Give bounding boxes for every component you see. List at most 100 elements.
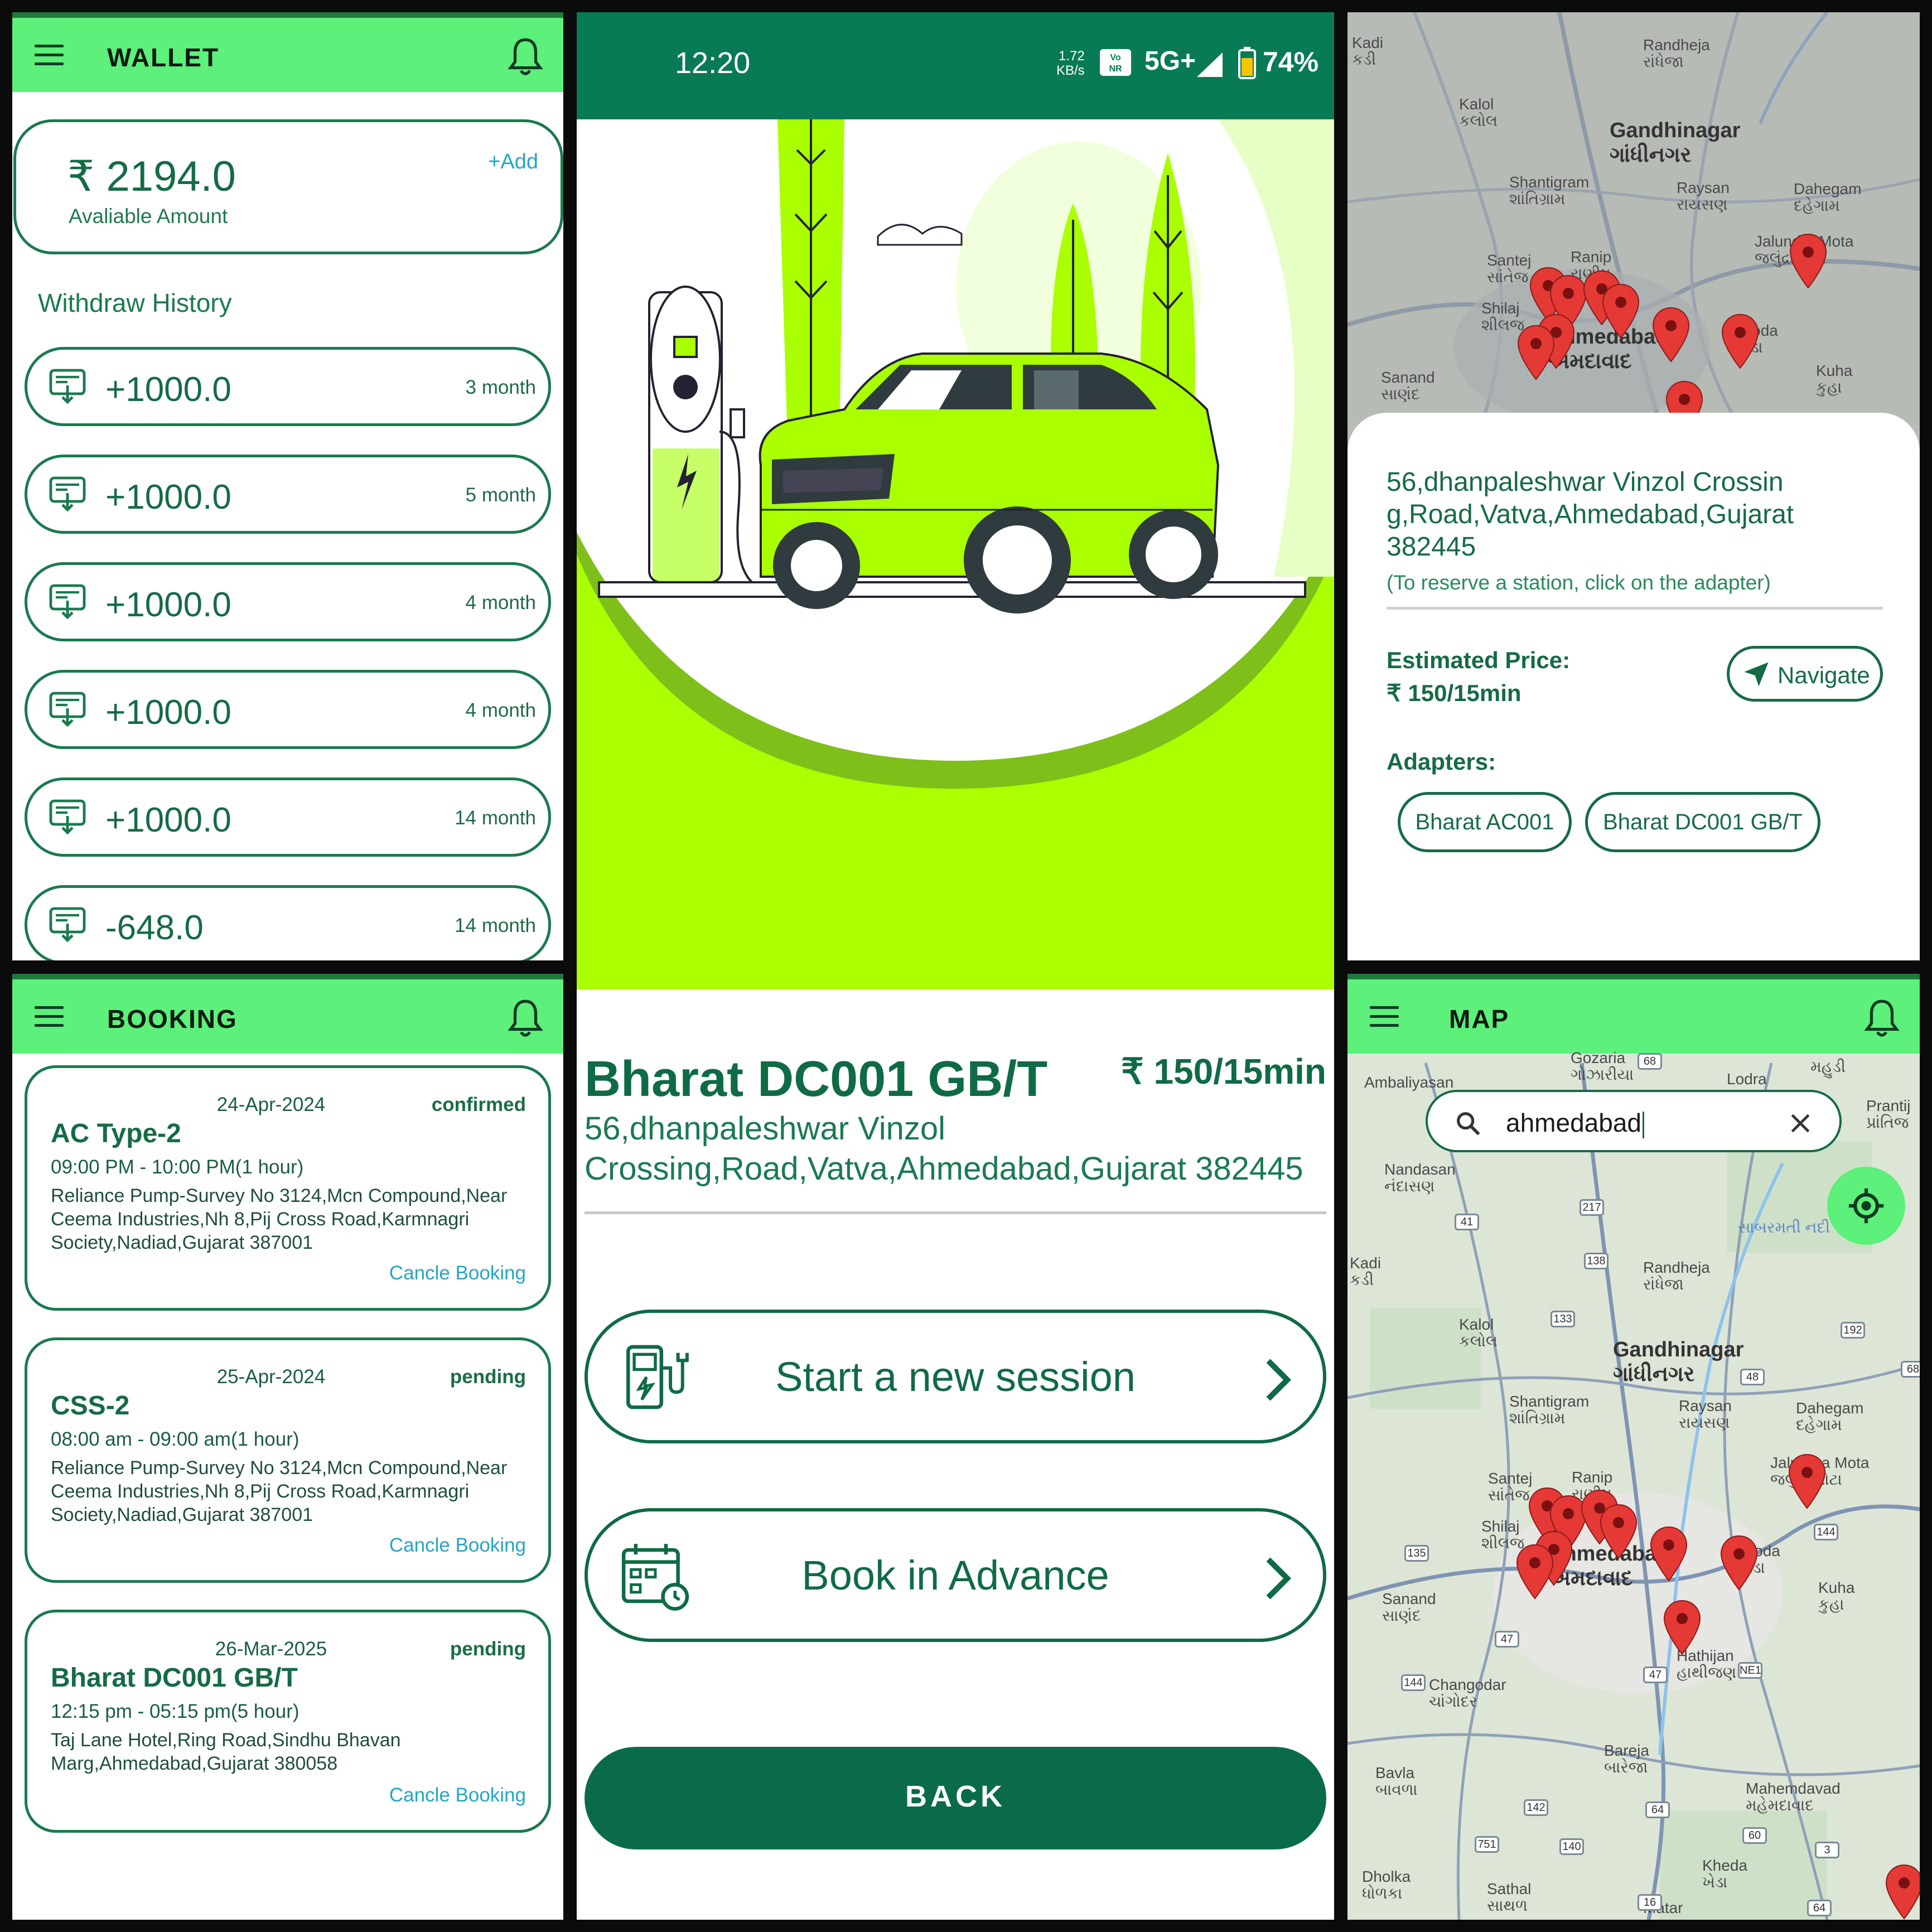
road-shield: 60: [1742, 1827, 1767, 1844]
road-shield: 68: [1901, 1361, 1920, 1378]
chevron-right-icon: [1266, 1557, 1292, 1600]
station-address: 56,dhanpaleshwar Vinzol Crossing,Road,Va…: [585, 1110, 1303, 1187]
station-pin[interactable]: [1515, 1544, 1555, 1600]
bell-icon[interactable]: [508, 998, 543, 1040]
transaction-age: 5 month: [465, 484, 536, 506]
station-pin[interactable]: [1662, 1600, 1702, 1655]
bell-icon[interactable]: [1864, 998, 1900, 1040]
map-place-label: મહુડી: [1810, 1058, 1846, 1075]
my-location-button[interactable]: [1827, 1167, 1905, 1245]
volte-icon: Vo NR: [1100, 49, 1131, 76]
receipt-download-icon: [49, 907, 86, 943]
station-pin[interactable]: [1651, 307, 1691, 363]
map-place-label: Prantij પ્રાંતિજ: [1866, 1097, 1911, 1131]
map-place-label: Bavla બાવળા: [1375, 1764, 1418, 1798]
transaction-row[interactable]: +1000.0 14 month: [25, 777, 551, 857]
road-shield: 144: [1814, 1524, 1838, 1540]
map-place-label: Randheja રાંધેજા: [1643, 36, 1710, 70]
station-pin[interactable]: [1720, 313, 1760, 369]
station-pin[interactable]: [1884, 1864, 1920, 1920]
map-place-label: Shantigram શાંતિગ્રામ: [1509, 173, 1590, 207]
withdraw-history-title: Withdraw History: [38, 288, 232, 317]
station-price: ₹ 150/15min: [1120, 1051, 1326, 1091]
balance-card: ₹ 2194.0 Avaliable Amount +Add: [13, 119, 563, 254]
wallet-app-bar: WALLET: [12, 12, 563, 92]
add-money-link[interactable]: +Add: [488, 150, 538, 174]
road-shield: 41: [1455, 1214, 1479, 1230]
map-place-label: Kuha કુહા: [1816, 362, 1853, 396]
transaction-row[interactable]: +1000.0 4 month: [25, 670, 551, 749]
road-shield: 68: [1638, 1053, 1662, 1070]
cancel-booking-link[interactable]: Cancle Booking: [389, 1534, 526, 1557]
station-pin[interactable]: [1516, 325, 1556, 380]
transaction-row[interactable]: -648.0 14 month: [25, 885, 551, 960]
transaction-row[interactable]: +1000.0 3 month: [25, 347, 551, 426]
cancel-booking-link[interactable]: Cancle Booking: [389, 1262, 526, 1284]
menu-icon[interactable]: [35, 1006, 64, 1028]
menu-icon[interactable]: [1370, 1006, 1399, 1028]
map-place-label: Changodar ચાંગોદર: [1429, 1676, 1506, 1710]
transaction-amount: +1000.0: [105, 370, 231, 409]
booking-status: pending: [450, 1366, 526, 1388]
menu-icon[interactable]: [35, 45, 64, 67]
map-place-label: Dahegam દહેગામ: [1794, 180, 1862, 214]
navigate-button[interactable]: Navigate: [1727, 646, 1883, 702]
back-button[interactable]: BACK: [585, 1747, 1326, 1849]
map-place-label: Randheja રાંધેજા: [1643, 1259, 1710, 1293]
adapter-chip[interactable]: Bharat DC001 GB/T: [1585, 792, 1820, 852]
booking-screen: BOOKING 24-Apr-2024 confirmed AC Type-2 …: [12, 974, 563, 1920]
map-place-label: Shantigram શાંતિગ્રામ: [1509, 1393, 1590, 1427]
divider: [585, 1211, 1326, 1214]
bell-icon[interactable]: [508, 37, 543, 78]
map-place-label: Raysan રાયસણ: [1677, 179, 1730, 213]
station-pin[interactable]: [1601, 283, 1641, 339]
booking-address: Reliance Pump-Survey No 3124,Mcn Compoun…: [51, 1185, 508, 1253]
search-bar[interactable]: ahmedabad: [1426, 1090, 1842, 1152]
road-shield: 751: [1475, 1836, 1499, 1853]
booking-time: 08:00 am - 09:00 am(1 hour): [51, 1428, 300, 1450]
search-input[interactable]: ahmedabad: [1506, 1108, 1644, 1138]
map-place-label: Mahemdavad મહેમદાવાદ: [1746, 1780, 1841, 1814]
map-place-label: Santej સાંતેજ: [1487, 252, 1532, 286]
road-shield: 48: [1740, 1369, 1765, 1385]
booking-card: 26-Mar-2025 pending Bharat DC001 GB/T 12…: [25, 1610, 551, 1833]
receipt-download-icon: [49, 692, 86, 727]
station-pin[interactable]: [1788, 233, 1828, 289]
road-shield: 192: [1841, 1322, 1865, 1339]
book-in-advance-label: Book in Advance: [801, 1552, 1109, 1598]
map-station-sheet-screen: Kadi કડી Randheja રાંધેજા Kalol કલોલ Gan…: [1347, 12, 1920, 960]
map-app-bar: MAP: [1347, 974, 1920, 1054]
status-battery-level: 74%: [1263, 46, 1319, 78]
booking-time: 12:15 pm - 05:15 pm(5 hour): [51, 1701, 300, 1722]
close-icon[interactable]: [1788, 1111, 1813, 1136]
transaction-row[interactable]: +1000.0 4 month: [25, 562, 551, 641]
booking-charger-name: Bharat DC001 GB/T: [51, 1663, 298, 1693]
map-place-label: Sanand સાણંદ: [1381, 369, 1435, 403]
station-pin[interactable]: [1719, 1535, 1759, 1591]
book-in-advance-button[interactable]: Book in Advance: [585, 1508, 1326, 1642]
station-detail-screen: 12:20 1.72 KB/s Vo NR 5G+ 74% Bharat DC0…: [577, 12, 1334, 1920]
booking-status: confirmed: [431, 1094, 526, 1115]
signal-icon: [1197, 52, 1223, 77]
map-place-label: Santej સાંતેજ: [1488, 1470, 1533, 1504]
transaction-row[interactable]: +1000.0 5 month: [25, 455, 551, 534]
status-network-type: 5G+: [1144, 46, 1196, 76]
station-pin[interactable]: [1598, 1504, 1639, 1559]
road-shield: 140: [1559, 1838, 1584, 1855]
station-pin[interactable]: [1787, 1453, 1827, 1509]
ev-charging-illustration: [577, 119, 1334, 989]
transaction-amount: +1000.0: [105, 693, 231, 732]
map-river-label: સાબરમતી નદી: [1738, 1219, 1830, 1236]
station-pin[interactable]: [1649, 1526, 1689, 1582]
road-shield: 133: [1551, 1311, 1575, 1327]
booking-card: 24-Apr-2024 confirmed AC Type-2 09:00 PM…: [25, 1065, 551, 1311]
search-icon: [1457, 1112, 1480, 1136]
cancel-booking-link[interactable]: Cancle Booking: [389, 1784, 526, 1807]
balance-label: Avaliable Amount: [69, 205, 228, 228]
crosshair-location-icon: [1848, 1188, 1884, 1224]
adapter-chip[interactable]: Bharat AC001: [1398, 792, 1572, 852]
estimated-price-value: ₹ 150/15min: [1387, 680, 1522, 706]
road-shield: 135: [1404, 1545, 1429, 1562]
start-session-button[interactable]: Start a new session: [585, 1310, 1326, 1443]
transaction-age: 4 month: [465, 592, 536, 614]
